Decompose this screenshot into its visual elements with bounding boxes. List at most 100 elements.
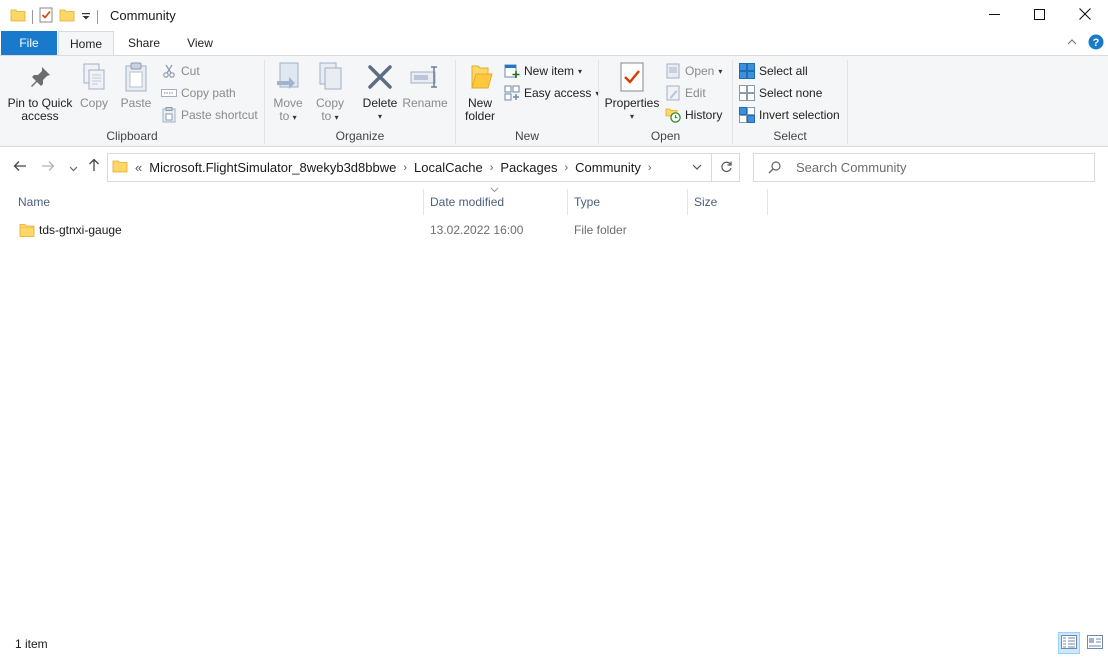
chevron-right-icon[interactable]: ›	[564, 162, 568, 174]
new-item-label: New item	[524, 64, 575, 78]
move-to-icon	[271, 60, 305, 94]
select-all-label: Select all	[759, 64, 808, 78]
select-none-button[interactable]: Select none	[739, 83, 822, 103]
rename-icon	[408, 60, 442, 94]
group-new: New folder New item ▾ Easy access ▾ New	[456, 56, 599, 146]
paste-shortcut-label: Paste shortcut	[181, 108, 258, 122]
ribbon-home: Pin to Quick access Copy Paste Cut Copy …	[0, 55, 1108, 147]
up-button[interactable]	[84, 157, 104, 177]
details-view-button[interactable]	[1058, 632, 1080, 654]
open-button[interactable]: Open ▾	[665, 61, 722, 81]
view-switcher	[1058, 632, 1106, 654]
window-title: Community	[110, 8, 176, 23]
folder-icon	[112, 158, 128, 177]
pin-to-quick-access-button[interactable]: Pin to Quick access	[6, 60, 74, 123]
cut-label: Cut	[181, 64, 200, 78]
chevron-right-icon[interactable]: ›	[403, 162, 407, 174]
column-header-date-modified[interactable]: Date modified	[424, 189, 566, 215]
paste-button[interactable]: Paste	[116, 60, 156, 110]
chevron-right-icon[interactable]: ›	[648, 162, 652, 174]
new-folder-button[interactable]: New folder	[460, 60, 500, 123]
select-all-button[interactable]: Select all	[739, 61, 808, 81]
minimize-icon	[988, 9, 1000, 23]
copy-to-button[interactable]: Copy to ▾	[312, 60, 348, 124]
address-bar[interactable]: « Microsoft.FlightSimulator_8wekyb3d8bbw…	[107, 153, 740, 182]
paste-shortcut-button[interactable]: Paste shortcut	[161, 105, 258, 125]
svg-text:?: ?	[1093, 37, 1100, 49]
refresh-button[interactable]	[711, 154, 740, 181]
easy-access-icon	[504, 85, 520, 101]
help-icon[interactable]: ?	[1088, 34, 1104, 53]
table-row[interactable]: tds-gtnxi-gauge 13.02.2022 16:00 File fo…	[0, 219, 1108, 241]
open-icon	[665, 63, 681, 79]
delete-icon	[363, 60, 397, 94]
column-divider[interactable]	[767, 189, 768, 215]
column-header-type[interactable]: Type	[568, 189, 686, 215]
move-to-label-text: to	[279, 109, 290, 123]
maximize-icon	[1033, 8, 1045, 23]
invert-selection-label: Invert selection	[759, 108, 840, 122]
collapse-ribbon-icon[interactable]	[1066, 36, 1078, 51]
breadcrumb-item-packages[interactable]: Packages	[500, 160, 557, 175]
tab-share[interactable]: Share	[118, 31, 170, 55]
properties-icon[interactable]	[39, 7, 53, 26]
breadcrumb-overflow[interactable]: «	[135, 160, 142, 175]
tab-file[interactable]: File	[1, 31, 57, 55]
close-button[interactable]	[1062, 0, 1108, 31]
breadcrumb-item-localcache[interactable]: LocalCache	[414, 160, 483, 175]
recent-locations-button[interactable]	[63, 157, 83, 177]
properties-button[interactable]: Properties ▾	[603, 60, 661, 123]
customize-qat-icon[interactable]	[81, 10, 91, 24]
search-icon	[760, 161, 788, 174]
details-view-icon	[1061, 634, 1077, 652]
file-name[interactable]: tds-gtnxi-gauge	[39, 219, 122, 241]
move-to-button[interactable]: Move to ▾	[270, 60, 306, 124]
breadcrumb-item-community[interactable]: Community	[575, 160, 641, 175]
open-label: Open	[685, 64, 715, 78]
back-button[interactable]	[10, 157, 30, 177]
copy-button[interactable]: Copy	[76, 60, 112, 110]
copy-label: Copy	[79, 96, 108, 110]
new-folder-icon	[463, 60, 497, 94]
edit-button[interactable]: Edit	[665, 83, 706, 103]
column-header-name[interactable]: Name	[12, 189, 422, 215]
breadcrumb-item-flightsimulator[interactable]: Microsoft.FlightSimulator_8wekyb3d8bbwe	[149, 160, 396, 175]
select-all-icon	[739, 63, 755, 79]
easy-access-button[interactable]: Easy access ▾	[504, 83, 599, 103]
copy-path-icon	[161, 85, 177, 101]
dropdown-arrow-icon: ▾	[377, 112, 382, 121]
forward-button[interactable]	[38, 157, 58, 177]
copy-to-label-line2: to ▾	[321, 110, 338, 124]
search-input[interactable]	[796, 160, 1086, 175]
new-folder-icon[interactable]	[59, 7, 75, 26]
delete-button[interactable]: Delete ▾	[360, 60, 400, 123]
close-icon	[1079, 8, 1091, 23]
dropdown-arrow-icon: ▾	[578, 66, 583, 76]
tab-view[interactable]: View	[176, 31, 224, 55]
dropdown-arrow-icon: ▾	[629, 112, 634, 121]
new-item-button[interactable]: New item ▾	[504, 61, 582, 81]
tab-home[interactable]: Home	[58, 31, 114, 56]
invert-selection-button[interactable]: Invert selection	[739, 105, 840, 125]
group-clipboard: Pin to Quick access Copy Paste Cut Copy …	[0, 56, 264, 146]
copy-path-button[interactable]: Copy path	[161, 83, 236, 103]
copy-to-icon	[313, 60, 347, 94]
folder-icon	[19, 222, 35, 241]
open-group-label: Open	[650, 129, 681, 143]
scissors-icon	[161, 63, 177, 79]
address-history-button[interactable]	[685, 154, 709, 181]
large-icons-view-button[interactable]	[1084, 632, 1106, 654]
tabs-right-controls: ?	[1066, 34, 1104, 53]
minimize-button[interactable]	[971, 0, 1017, 31]
folder-icon	[10, 7, 26, 26]
history-button[interactable]: History	[665, 105, 722, 125]
copy-icon	[77, 60, 111, 94]
cut-button[interactable]: Cut	[161, 61, 200, 81]
rename-button[interactable]: Rename	[402, 60, 448, 110]
column-header-size[interactable]: Size	[688, 189, 766, 215]
qat-divider	[97, 9, 98, 24]
search-box[interactable]	[753, 153, 1095, 182]
maximize-button[interactable]	[1016, 0, 1062, 31]
easy-access-label: Easy access	[524, 86, 592, 100]
chevron-right-icon[interactable]: ›	[490, 162, 494, 174]
